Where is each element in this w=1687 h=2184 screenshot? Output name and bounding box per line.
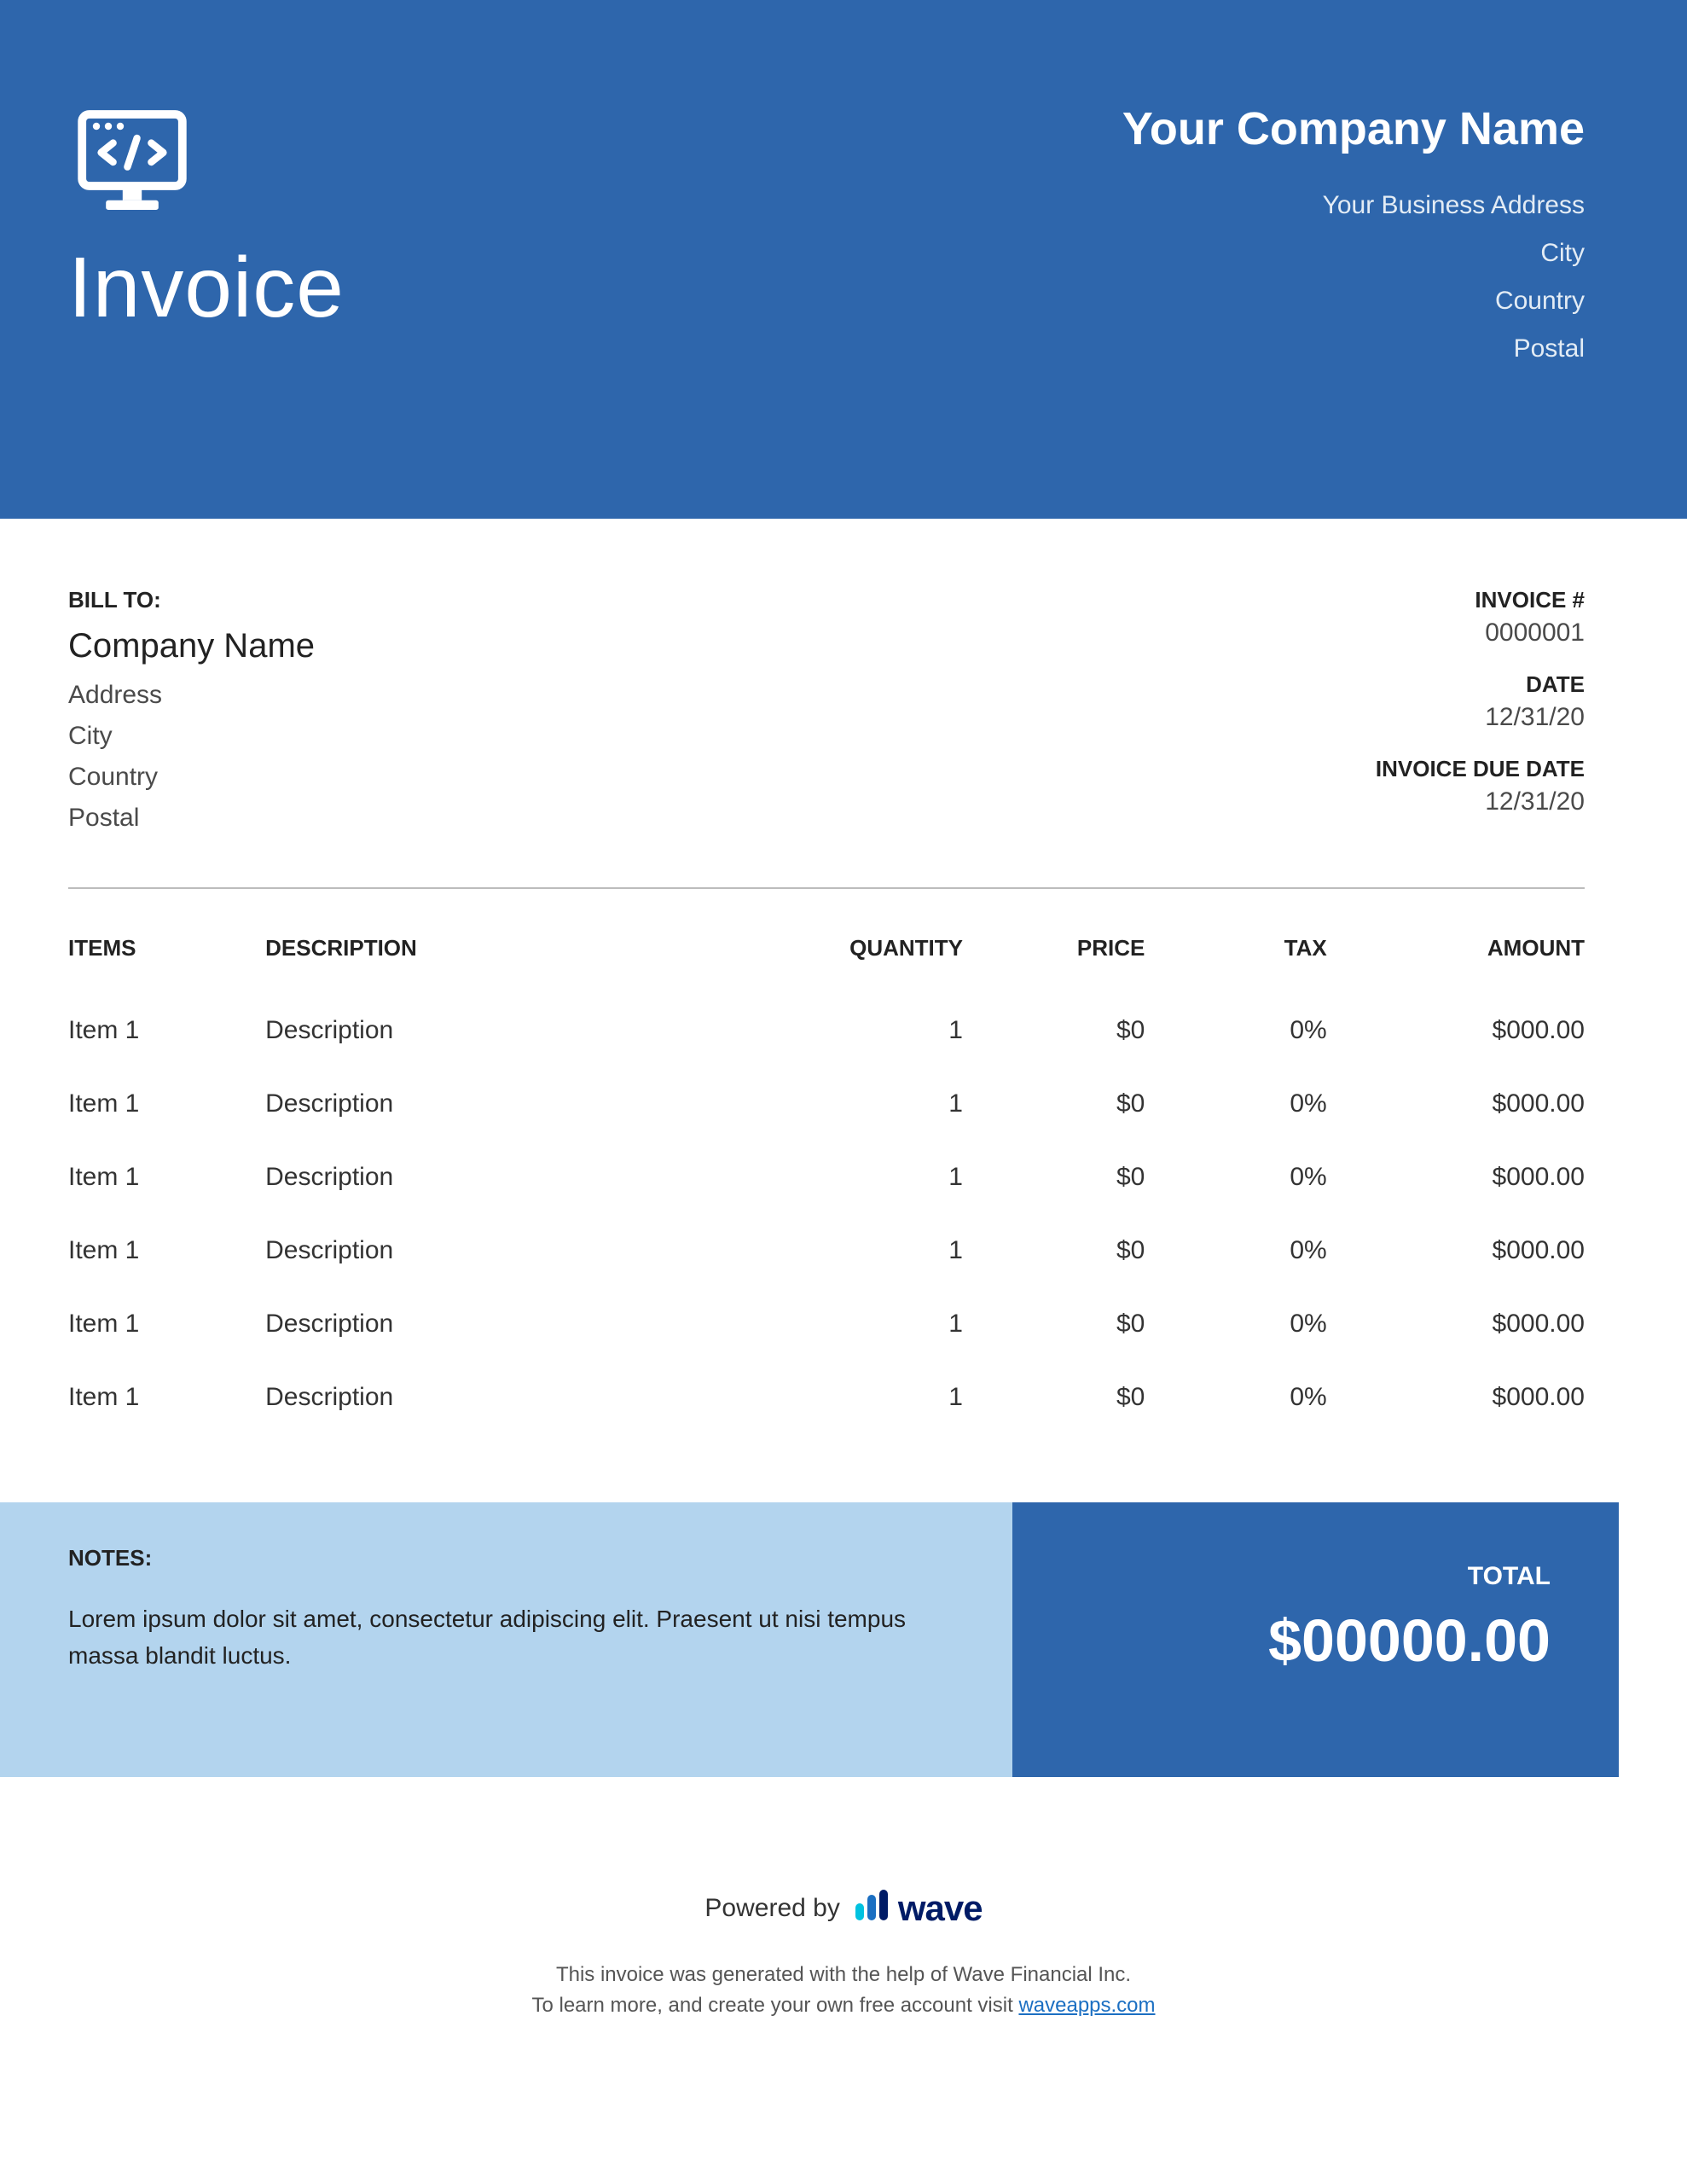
powered-desc-line2-prefix: To learn more, and create your own free … (531, 1994, 1018, 2017)
th-tax: TAX (1145, 920, 1326, 994)
powered-by-section: Powered by wave This invoice was generat… (0, 1888, 1687, 2123)
header-company-block: Your Company Name Your Business Address … (1122, 102, 1585, 382)
invoice-number: 0000001 (1376, 619, 1585, 648)
invoice-due: 12/31/20 (1376, 787, 1585, 816)
th-description: DESCRIPTION (265, 920, 766, 994)
th-items: ITEMS (68, 920, 265, 994)
cell-price: $0 (963, 1214, 1145, 1287)
invoice-title: Invoice (68, 239, 345, 337)
company-city: City (1122, 239, 1585, 268)
cell-tax: 0% (1145, 1141, 1326, 1214)
company-postal: Postal (1122, 334, 1585, 363)
total-block: TOTAL $00000.00 (1012, 1502, 1619, 1777)
table-header-row: ITEMS DESCRIPTION QUANTITY PRICE TAX AMO… (68, 920, 1585, 994)
bill-to-country: Country (68, 763, 315, 792)
cell-quantity: 1 (766, 1287, 963, 1361)
cell-quantity: 1 (766, 1067, 963, 1141)
table-row: Item 1Description1$00%$000.00 (68, 1361, 1585, 1434)
cell-amount: $000.00 (1327, 1214, 1585, 1287)
wave-bars-icon (854, 1890, 891, 1926)
powered-by-text: Powered by (704, 1894, 839, 1923)
table-row: Item 1Description1$00%$000.00 (68, 1214, 1585, 1287)
cell-tax: 0% (1145, 1361, 1326, 1434)
line-items-table: ITEMS DESCRIPTION QUANTITY PRICE TAX AMO… (68, 920, 1585, 1434)
wave-link[interactable]: waveapps.com (1018, 1994, 1155, 2017)
cell-item: Item 1 (68, 1361, 265, 1434)
cell-description: Description (265, 1361, 766, 1434)
cell-tax: 0% (1145, 994, 1326, 1067)
cell-amount: $000.00 (1327, 1361, 1585, 1434)
cell-tax: 0% (1145, 1214, 1326, 1287)
table-row: Item 1Description1$00%$000.00 (68, 1067, 1585, 1141)
bill-to-postal: Postal (68, 804, 315, 833)
cell-description: Description (265, 1067, 766, 1141)
total-label: TOTAL (1046, 1562, 1551, 1591)
bill-to-label: BILL TO: (68, 587, 315, 613)
cell-quantity: 1 (766, 1141, 963, 1214)
bill-section: BILL TO: Company Name Address City Count… (0, 519, 1687, 887)
cell-description: Description (265, 994, 766, 1067)
invoice-meta-block: INVOICE # 0000001 DATE 12/31/20 INVOICE … (1376, 587, 1585, 845)
bill-to-block: BILL TO: Company Name Address City Count… (68, 587, 315, 845)
company-name: Your Company Name (1122, 102, 1585, 155)
cell-description: Description (265, 1141, 766, 1214)
cell-quantity: 1 (766, 994, 963, 1067)
cell-item: Item 1 (68, 1214, 265, 1287)
cell-price: $0 (963, 1287, 1145, 1361)
cell-price: $0 (963, 1141, 1145, 1214)
cell-amount: $000.00 (1327, 1287, 1585, 1361)
total-value: $00000.00 (1046, 1606, 1551, 1675)
company-address: Your Business Address (1122, 191, 1585, 220)
invoice-number-label: INVOICE # (1376, 587, 1585, 613)
cell-price: $0 (963, 1067, 1145, 1141)
footer-band: NOTES: Lorem ipsum dolor sit amet, conse… (0, 1502, 1687, 1777)
powered-desc-line1: This invoice was generated with the help… (556, 1963, 1131, 1986)
wave-brand-text: wave (898, 1888, 983, 1929)
cell-quantity: 1 (766, 1214, 963, 1287)
invoice-page: Invoice Your Company Name Your Business … (0, 0, 1687, 2123)
th-price: PRICE (963, 920, 1145, 994)
table-row: Item 1Description1$00%$000.00 (68, 994, 1585, 1067)
code-monitor-icon (68, 102, 196, 222)
bill-to-company: Company Name (68, 627, 315, 665)
invoice-date: 12/31/20 (1376, 703, 1585, 732)
cell-tax: 0% (1145, 1067, 1326, 1141)
cell-tax: 0% (1145, 1287, 1326, 1361)
cell-price: $0 (963, 994, 1145, 1067)
notes-body: Lorem ipsum dolor sit amet, consectetur … (68, 1600, 953, 1675)
line-items-section: ITEMS DESCRIPTION QUANTITY PRICE TAX AMO… (0, 889, 1687, 1502)
cell-description: Description (265, 1287, 766, 1361)
cell-amount: $000.00 (1327, 1141, 1585, 1214)
cell-item: Item 1 (68, 994, 265, 1067)
bill-to-city: City (68, 722, 315, 751)
notes-label: NOTES: (68, 1545, 953, 1571)
cell-item: Item 1 (68, 1067, 265, 1141)
th-quantity: QUANTITY (766, 920, 963, 994)
cell-description: Description (265, 1214, 766, 1287)
wave-logo: wave (854, 1888, 983, 1929)
company-country: Country (1122, 287, 1585, 316)
th-amount: AMOUNT (1327, 920, 1585, 994)
powered-description: This invoice was generated with the help… (0, 1960, 1687, 2021)
invoice-date-label: DATE (1376, 671, 1585, 698)
cell-price: $0 (963, 1361, 1145, 1434)
cell-amount: $000.00 (1327, 1067, 1585, 1141)
notes-block: NOTES: Lorem ipsum dolor sit amet, conse… (0, 1502, 1012, 1777)
invoice-header: Invoice Your Company Name Your Business … (0, 0, 1687, 519)
table-row: Item 1Description1$00%$000.00 (68, 1287, 1585, 1361)
table-row: Item 1Description1$00%$000.00 (68, 1141, 1585, 1214)
bill-to-address: Address (68, 681, 315, 710)
cell-item: Item 1 (68, 1287, 265, 1361)
cell-quantity: 1 (766, 1361, 963, 1434)
cell-amount: $000.00 (1327, 994, 1585, 1067)
header-left: Invoice (68, 102, 345, 382)
invoice-due-label: INVOICE DUE DATE (1376, 756, 1585, 782)
cell-item: Item 1 (68, 1141, 265, 1214)
